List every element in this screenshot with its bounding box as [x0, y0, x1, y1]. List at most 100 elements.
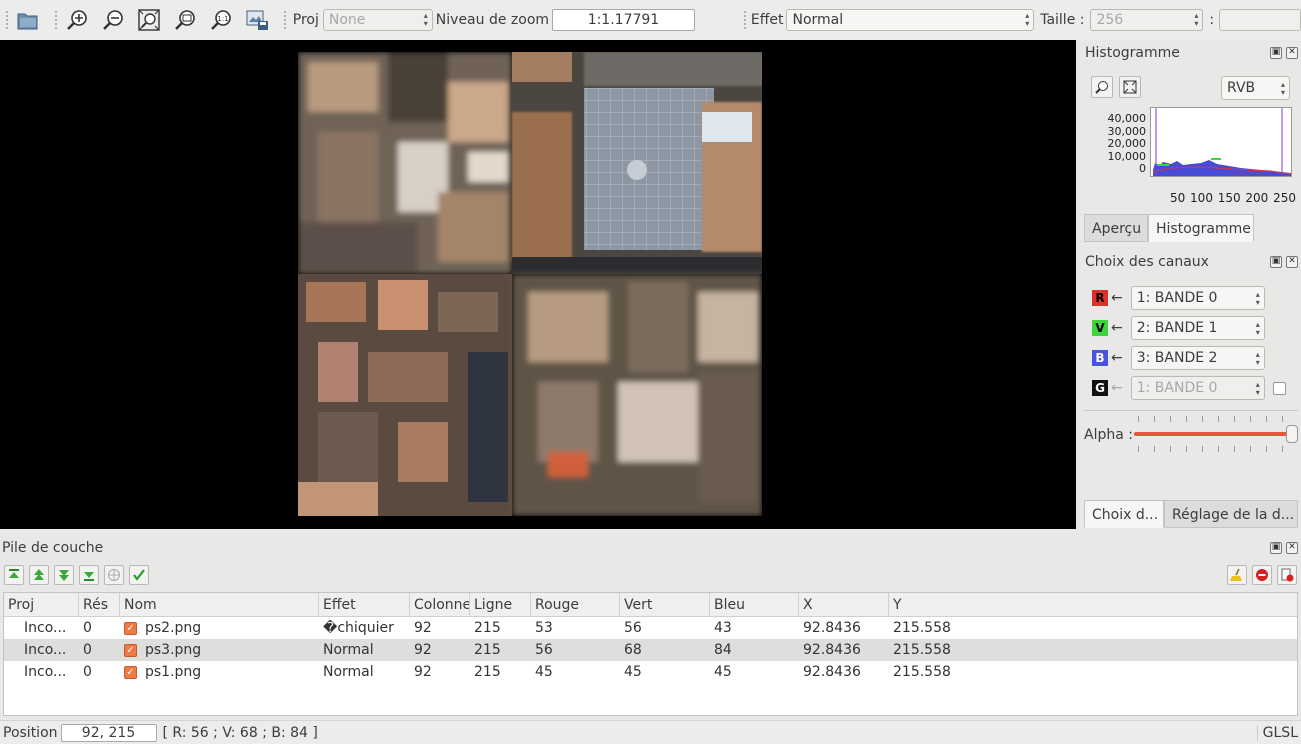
cell-effect: �chiquier	[323, 620, 394, 636]
toolbar-grip-2[interactable]	[53, 10, 58, 30]
y-tick: 0	[1139, 162, 1146, 175]
zoom-selection-button[interactable]	[170, 5, 200, 35]
column-header[interactable]: Proj	[4, 593, 79, 616]
cell-effect: Normal	[323, 664, 374, 680]
globe-icon	[108, 569, 120, 581]
tab-dynamic-settings[interactable]: Réglage de la d...	[1164, 500, 1298, 528]
float-panel-button[interactable]: ▣	[1270, 256, 1282, 268]
aerial-city-imagery	[298, 52, 762, 516]
toolbar-grip[interactable]	[5, 10, 9, 30]
projection-button[interactable]	[104, 565, 124, 585]
column-header[interactable]: Bleu	[710, 593, 799, 616]
float-panel-button[interactable]: ▣	[1270, 47, 1282, 59]
red-channel-select[interactable]: 1: BANDE 0 ▴ ▾	[1130, 286, 1265, 310]
arrow-left-icon: ←	[1111, 350, 1123, 366]
size-spinbox-2[interactable]	[1219, 9, 1301, 31]
layer-toolbar	[4, 565, 149, 585]
channel-row-gray: G ← 1: BANDE 0 ▴ ▾	[1092, 376, 1286, 400]
move-down-button[interactable]	[54, 565, 74, 585]
x-tick: 200	[1245, 191, 1269, 205]
tab-channel-choice[interactable]: Choix d...	[1084, 500, 1164, 528]
move-top-icon	[9, 569, 19, 578]
tab-apercu[interactable]: Aperçu	[1084, 214, 1148, 242]
histogram-zoom-button[interactable]	[1091, 76, 1113, 98]
slider-ticks-top	[1138, 416, 1292, 422]
y-tick: 40,000	[1107, 112, 1147, 125]
zoom-in-button[interactable]	[62, 5, 92, 35]
move-down-icon	[59, 570, 69, 581]
table-row[interactable]: Inco... 0 ✓ ps1.png Normal 92 215 45 45 …	[4, 661, 1297, 683]
zoom-level-field[interactable]: 1:1.17791	[552, 9, 695, 31]
column-header[interactable]: Nom	[120, 593, 319, 616]
delete-layer-button[interactable]	[1252, 565, 1272, 585]
arrow-left-icon: ←	[1111, 290, 1123, 306]
export-image-button[interactable]	[242, 5, 272, 35]
move-bottom-button[interactable]	[79, 565, 99, 585]
layer-visible-checkbox[interactable]: ✓	[124, 643, 137, 657]
size-separator: :	[1209, 12, 1215, 28]
column-header[interactable]: Vert	[620, 593, 710, 616]
layer-table: Proj Rés Nom Effet Colonne Ligne Rouge V…	[3, 592, 1298, 716]
export-image-icon	[246, 10, 268, 30]
histogram-plot-area	[1150, 107, 1292, 177]
size-spinbox[interactable]: 256 ▴ ▾	[1090, 9, 1204, 31]
channel-row-red: R ← 1: BANDE 0 ▴ ▾	[1092, 286, 1265, 310]
toolbar-grip-4[interactable]	[742, 10, 747, 30]
layer-visible-checkbox[interactable]: ✓	[124, 621, 137, 635]
zoom-out-icon	[103, 10, 123, 30]
zoom-in-icon	[67, 10, 87, 30]
layer-stack-panel: Pile de couche ▣ ✕ Proj Rés Nom Effet Co…	[0, 536, 1301, 718]
cell-effect: Normal	[323, 642, 374, 658]
x-tick: 50	[1170, 191, 1186, 205]
gray-channel-select[interactable]: 1: BANDE 0 ▴ ▾	[1130, 376, 1265, 400]
column-header[interactable]: Y	[889, 593, 1297, 616]
remove-all-button[interactable]	[1277, 565, 1297, 585]
close-panel-button[interactable]: ✕	[1286, 256, 1298, 268]
effect-select-value: Normal	[792, 12, 844, 28]
toolbar-grip-3[interactable]	[282, 10, 287, 30]
column-header[interactable]: Ligne	[470, 593, 531, 616]
column-header[interactable]: X	[799, 593, 889, 616]
green-channel-select[interactable]: 2: BANDE 1 ▴ ▾	[1130, 316, 1265, 340]
position-field[interactable]: 92, 215	[60, 723, 157, 742]
arrow-left-icon: ←	[1111, 380, 1123, 396]
cell-blue: 84	[714, 642, 732, 658]
alpha-slider[interactable]	[1134, 416, 1298, 452]
column-header[interactable]: Rouge	[531, 593, 620, 616]
image-viewport[interactable]	[0, 40, 1076, 529]
close-panel-button[interactable]: ✕	[1286, 542, 1298, 554]
move-top-button[interactable]	[4, 565, 24, 585]
proj-select[interactable]: None ▴ ▾	[322, 9, 433, 31]
proj-label: Proj	[292, 12, 319, 28]
clear-layers-button[interactable]	[1227, 565, 1247, 585]
grayscale-checkbox[interactable]	[1272, 381, 1286, 395]
open-file-button[interactable]	[13, 5, 43, 35]
column-header[interactable]: Rés	[79, 593, 120, 616]
apply-button[interactable]	[129, 565, 149, 585]
tab-histogramme[interactable]: Histogramme	[1148, 214, 1254, 242]
zoom-out-button[interactable]	[98, 5, 128, 35]
move-up-icon	[34, 569, 44, 580]
effect-label: Effet	[750, 12, 784, 28]
zoom-fit-button[interactable]	[134, 5, 164, 35]
move-up-button[interactable]	[29, 565, 49, 585]
histogram-mode-select[interactable]: RVB ▴ ▾	[1221, 76, 1290, 100]
slider-handle[interactable]	[1286, 425, 1298, 443]
cell-line: 215	[474, 620, 501, 636]
cell-res: 0	[83, 664, 92, 680]
status-bar: Position 92, 215 [ R: 56 ; V: 68 ; B: 84…	[0, 720, 1301, 744]
move-bottom-icon	[84, 572, 94, 581]
close-panel-button[interactable]: ✕	[1286, 47, 1298, 59]
column-header[interactable]: Effet	[319, 593, 410, 616]
effect-select[interactable]: Normal ▴ ▾	[786, 9, 1035, 31]
layer-visible-checkbox[interactable]: ✓	[124, 665, 137, 679]
zoom-level-label: Niveau de zoom	[435, 12, 550, 28]
table-row[interactable]: Inco... 0 ✓ ps3.png Normal 92 215 56 68 …	[4, 639, 1297, 661]
histogram-fit-button[interactable]	[1119, 76, 1141, 98]
histogram-y-ticks: 40,000 30,000 20,000 10,000 0	[1086, 112, 1147, 176]
float-panel-button[interactable]: ▣	[1270, 542, 1282, 554]
table-row[interactable]: Inco... 0 ✓ ps2.png �chiquier 92 215 53 …	[4, 617, 1297, 639]
blue-channel-select[interactable]: 3: BANDE 2 ▴ ▾	[1130, 346, 1265, 370]
column-header[interactable]: Colonne	[410, 593, 470, 616]
zoom-1to1-button[interactable]: 1:1	[206, 5, 236, 35]
